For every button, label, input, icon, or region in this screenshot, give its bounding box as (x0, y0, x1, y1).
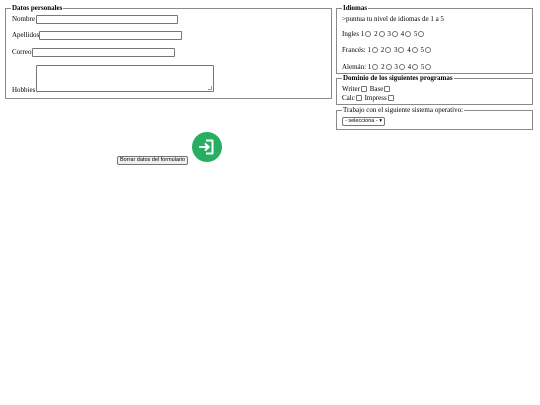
apellidos-input[interactable] (39, 31, 182, 40)
calc-checkbox[interactable] (355, 95, 362, 101)
option-label: 3 (387, 30, 391, 38)
idioma-row-aleman: Alemán: 1 2 3 4 5 (342, 63, 432, 72)
dominio-legend: Dominio de los siguientes programas (342, 74, 454, 83)
base-checkbox[interactable] (384, 86, 391, 92)
level-radio[interactable] (378, 31, 385, 37)
program-label: Impress (364, 94, 387, 102)
level-radio[interactable] (385, 47, 392, 53)
option-label: 5 (420, 63, 425, 71)
idioma-label: Ingles (342, 30, 360, 38)
option-label: 2 (374, 30, 378, 38)
option-label: 1 (360, 30, 365, 38)
idioma-label: Francés: (342, 46, 366, 54)
level-radio[interactable] (398, 64, 405, 70)
idioma-label: Alemán: (342, 63, 367, 71)
datos-personales-fieldset: Datos personales Nombre Apellidos Correo… (5, 4, 332, 99)
option-label: 2 (381, 63, 385, 71)
level-radio[interactable] (425, 64, 432, 70)
level-radio[interactable] (405, 31, 412, 37)
option-label: 5 (420, 46, 424, 54)
option-label: 4 (400, 30, 405, 38)
level-radio[interactable] (365, 31, 372, 37)
nombre-label: Nombre (12, 15, 35, 23)
level-radio[interactable] (385, 64, 392, 70)
datos-personales-legend: Datos personales (11, 4, 64, 13)
program-label: Writer (342, 85, 360, 93)
impress-checkbox[interactable] (387, 95, 394, 101)
dominio-fieldset: Dominio de los siguientes programas Writ… (336, 74, 533, 105)
login-icon (199, 139, 214, 155)
idioma-row-ingles: Ingles 1 2 3 4 5 (342, 30, 425, 39)
option-label: 5 (413, 30, 418, 38)
level-radio[interactable] (412, 64, 419, 70)
level-radio[interactable] (424, 47, 431, 53)
login-fab-button[interactable] (192, 132, 222, 162)
option-label: 2 (380, 46, 385, 54)
option-label: 3 (393, 46, 398, 54)
reset-form-button[interactable]: Borrar datos del formulario (117, 156, 189, 165)
idiomas-legend: Idiomas (342, 4, 369, 13)
option-label: 4 (407, 46, 411, 54)
level-radio[interactable] (418, 31, 425, 37)
idioma-row-frances: Francés: 1 2 3 4 5 (342, 46, 432, 55)
idiomas-fieldset: Idiomas >puntua tu nivel de idiomas de 1… (336, 4, 533, 74)
option-label: 3 (394, 63, 398, 71)
apellidos-label: Apellidos (12, 31, 40, 39)
option-label: 1 (367, 63, 372, 71)
option-label: 1 (367, 46, 371, 54)
dominio-row-2: Calc Impress (342, 94, 395, 103)
idiomas-intro: >puntua tu nivel de idiomas de 1 a 5 (342, 15, 444, 23)
option-label: 4 (407, 63, 412, 71)
level-radio[interactable] (371, 47, 378, 53)
level-radio[interactable] (398, 47, 405, 53)
correo-input[interactable] (32, 48, 175, 57)
sistema-legend: Trabajo con el siguiente sistema operati… (342, 106, 465, 115)
nombre-input[interactable] (36, 15, 178, 24)
chevron-down-icon: ▾ (379, 118, 383, 124)
program-label: Base (369, 85, 384, 93)
hobbies-textarea[interactable] (36, 65, 214, 92)
writer-checkbox[interactable] (361, 86, 367, 92)
sistema-select[interactable]: - selecciona - ▾ (342, 117, 386, 126)
level-radio[interactable] (411, 47, 418, 53)
level-radio[interactable] (372, 64, 379, 70)
program-label: Calc (342, 94, 355, 102)
dominio-row-1: Writer Base (342, 85, 391, 94)
correo-label: Correo (12, 48, 32, 56)
sistema-fieldset: Trabajo con el siguiente sistema operati… (336, 106, 533, 130)
hobbies-label: Hobbies (12, 86, 36, 94)
select-value: - selecciona - (345, 118, 378, 124)
level-radio[interactable] (391, 31, 398, 37)
